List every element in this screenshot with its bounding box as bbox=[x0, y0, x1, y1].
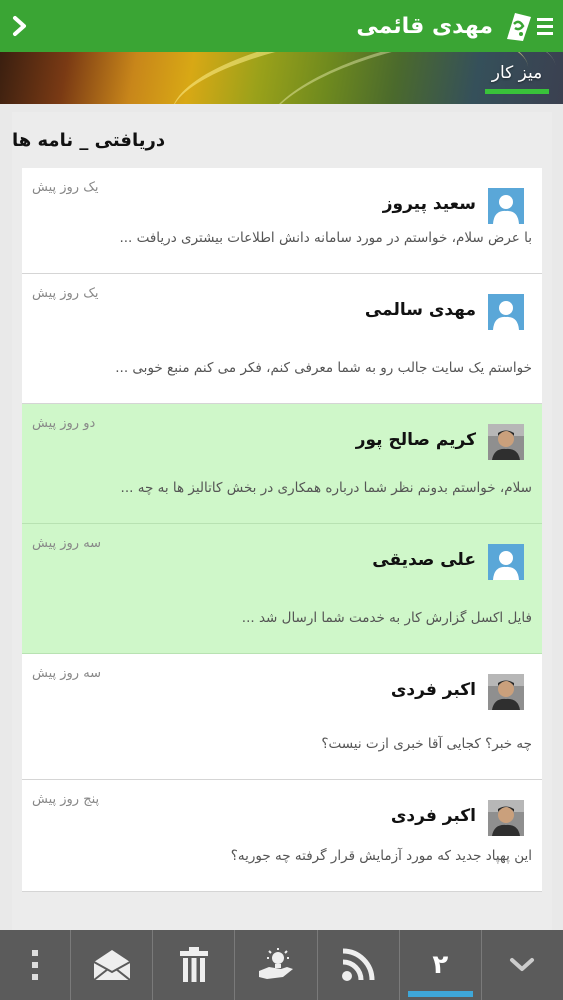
sender-name: مهدی سالمی bbox=[364, 300, 476, 320]
page-counter[interactable]: ۲ bbox=[398, 930, 481, 1000]
more-button[interactable] bbox=[0, 930, 70, 1000]
message-time: یک روز پیش bbox=[32, 180, 99, 195]
chevron-right-icon bbox=[13, 16, 26, 36]
message-time: پنج روز پیش bbox=[32, 792, 100, 807]
message-preview: با عرض سلام، خواستم در مورد سامانه دانش … bbox=[119, 230, 532, 246]
avatar[interactable] bbox=[488, 294, 524, 330]
header-banner: میز کار bbox=[0, 52, 563, 104]
mark-read-button[interactable] bbox=[70, 930, 152, 1000]
message-time: سه روز پیش bbox=[32, 536, 102, 551]
tab-desk-label: میز کار bbox=[491, 62, 543, 83]
chevron-down-icon bbox=[510, 958, 535, 971]
message-time: یک روز پیش bbox=[32, 286, 99, 301]
avatar[interactable] bbox=[488, 800, 524, 836]
hand-bulb-icon bbox=[258, 948, 293, 979]
menu-button[interactable] bbox=[537, 0, 559, 52]
message-row[interactable]: سه روز پیش علی صدیقی فایل اکسل گزارش کار ب… bbox=[22, 524, 542, 654]
avatar[interactable] bbox=[488, 424, 524, 460]
message-time: دو روز پیش bbox=[32, 416, 96, 431]
more-icon bbox=[32, 950, 38, 980]
message-row[interactable]: یک روز پیش سعید پیروز با عرض سلام، خواستم … bbox=[22, 168, 542, 274]
avatar[interactable] bbox=[488, 188, 524, 224]
menu-icon bbox=[537, 17, 553, 21]
user-name-title: مهدی قائمی bbox=[356, 13, 493, 39]
trash-icon bbox=[179, 947, 208, 982]
inbox-title: دریافتی _ نامه ها bbox=[12, 129, 166, 151]
page-count: ۲ bbox=[432, 950, 449, 980]
avatar[interactable] bbox=[488, 674, 524, 710]
back-button[interactable] bbox=[0, 0, 40, 52]
message-time: سه روز پیش bbox=[32, 666, 102, 681]
sender-name: کریم صالح پور bbox=[355, 430, 476, 450]
app-root: مهدی قائمی میز کار دریافتی _ نامه ها یک … bbox=[0, 0, 563, 1000]
message-list: یک روز پیش سعید پیروز با عرض سلام، خواستم … bbox=[12, 168, 552, 892]
message-row[interactable]: سه روز پیش اکبر فردی چه خبر؟ کجایی آقا خبر… bbox=[22, 654, 542, 780]
message-row[interactable]: یک روز پیش مهدی سالمی خواستم یک سایت جالب … bbox=[22, 274, 542, 404]
message-preview: خواستم یک سایت جالب رو به شما معرفی کنم،… bbox=[115, 360, 532, 376]
message-row[interactable]: دو روز پیش کریم صالح پور سلام، خواستم بدون… bbox=[22, 404, 542, 524]
message-row[interactable]: پنج روز پیش اکبر فردی این پهپاد جدید که مو… bbox=[22, 780, 542, 892]
app-logo-icon bbox=[507, 13, 531, 41]
sender-name: اکبر فردی bbox=[390, 680, 476, 700]
message-preview: چه خبر؟ کجایی آقا خبری ازت نیست؟ bbox=[321, 736, 532, 752]
tab-desk[interactable]: میز کار bbox=[483, 52, 551, 104]
sender-name: سعید پیروز bbox=[382, 194, 476, 214]
avatar[interactable] bbox=[488, 544, 524, 580]
ideas-button[interactable] bbox=[234, 930, 316, 1000]
envelope-open-icon bbox=[92, 950, 131, 981]
active-tab-indicator bbox=[485, 88, 549, 94]
app-header: مهدی قائمی bbox=[0, 0, 563, 52]
message-preview: این پهپاد جدید که مورد آزمایش قرار گرفته… bbox=[230, 848, 532, 864]
rss-icon bbox=[342, 948, 375, 981]
delete-button[interactable] bbox=[152, 930, 234, 1000]
message-preview: سلام، خواستم بدونم نظر شما درباره همکاری… bbox=[120, 480, 532, 496]
expand-button[interactable] bbox=[480, 930, 563, 1000]
message-preview: فایل اکسل گزارش کار به خدمت شما ارسال شد… bbox=[241, 610, 532, 626]
bottom-toolbar: ۲ bbox=[0, 930, 563, 1000]
sender-name: اکبر فردی bbox=[390, 806, 476, 826]
inbox-panel: دریافتی _ نامه ها یک روز پیش سعید پیروز با… bbox=[12, 112, 552, 930]
active-indicator bbox=[407, 991, 473, 997]
rss-button[interactable] bbox=[316, 930, 399, 1000]
sender-name: علی صدیقی bbox=[372, 550, 476, 570]
